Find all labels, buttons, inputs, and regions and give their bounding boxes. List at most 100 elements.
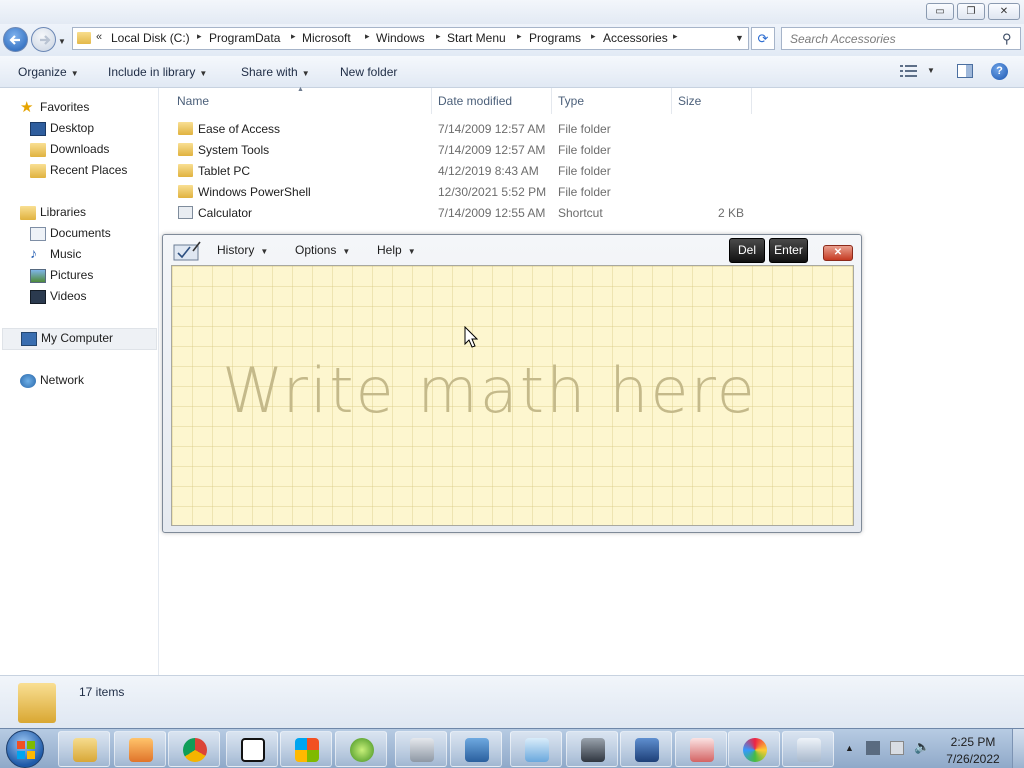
breadcrumb-programs[interactable]: Programs xyxy=(529,31,581,45)
scissors-icon xyxy=(690,738,714,762)
start-button[interactable] xyxy=(6,730,44,768)
volume-icon[interactable]: 🔈 xyxy=(914,739,930,754)
taskbar-explorer[interactable] xyxy=(58,731,110,767)
minimize-button[interactable]: ▭ xyxy=(926,3,954,20)
help-button[interactable]: ? xyxy=(991,63,1008,80)
share-with-menu[interactable]: Share with ▼ xyxy=(241,65,310,79)
command-bar: Organize ▼ Include in library ▼ Share with… xyxy=(0,56,1024,88)
address-overflow[interactable]: « xyxy=(96,31,102,43)
nav-downloads-label: Downloads xyxy=(50,142,110,156)
taskbar-media-player[interactable] xyxy=(114,731,166,767)
pictures-icon xyxy=(30,269,46,283)
forward-button[interactable] xyxy=(31,27,56,52)
enter-button[interactable]: Enter xyxy=(769,238,808,263)
taskbar-windows-app[interactable] xyxy=(280,731,332,767)
address-dropdown-icon[interactable]: ▼ xyxy=(735,33,744,43)
documents-icon xyxy=(30,227,46,241)
options-label: Options xyxy=(295,243,337,257)
search-input[interactable]: Search Accessories xyxy=(790,32,896,46)
organize-menu[interactable]: Organize ▼ xyxy=(18,65,79,79)
desktop-icon xyxy=(30,122,46,136)
share-label: Share with xyxy=(241,65,298,79)
math-input-icon xyxy=(797,738,821,762)
help-menu[interactable]: Help ▼ xyxy=(377,243,416,257)
address-bar[interactable]: « Local Disk (C:) ▸ ProgramData ▸ Micros… xyxy=(72,27,749,50)
breadcrumb-start-menu[interactable]: Start Menu xyxy=(447,31,506,45)
include-label: Include in library xyxy=(108,65,196,79)
column-header-date[interactable]: Date modified xyxy=(438,94,512,108)
column-divider[interactable] xyxy=(671,88,672,114)
back-button[interactable] xyxy=(3,27,28,52)
show-desktop-button[interactable] xyxy=(1012,729,1024,768)
windows-logo-icon xyxy=(17,741,35,759)
column-header-size[interactable]: Size xyxy=(678,94,701,108)
close-button[interactable]: ✕ xyxy=(988,3,1020,20)
new-folder-button[interactable]: New folder xyxy=(340,65,397,79)
column-divider[interactable] xyxy=(431,88,432,114)
column-header-name[interactable]: Name xyxy=(177,94,209,108)
file-row[interactable]: Calculator 7/14/2009 12:55 AM Shortcut 2… xyxy=(176,203,756,223)
writing-area-hint: Write math here xyxy=(222,354,757,427)
column-header-type[interactable]: Type xyxy=(558,94,584,108)
nav-my-computer[interactable]: My Computer xyxy=(2,328,157,350)
nav-computer-label: My Computer xyxy=(41,331,114,345)
file-row[interactable]: System Tools 7/14/2009 12:57 AM File fol… xyxy=(176,140,756,160)
breadcrumb-separator[interactable]: ▸ xyxy=(197,31,202,42)
file-row[interactable]: Windows PowerShell 12/30/2021 5:52 PM Fi… xyxy=(176,182,756,202)
taskbar-paint[interactable] xyxy=(728,731,780,767)
taskbar-sound-recorder[interactable] xyxy=(566,731,618,767)
show-hidden-icons-button[interactable]: ▲ xyxy=(845,743,854,753)
change-view-icon[interactable] xyxy=(900,64,918,78)
network-icon xyxy=(20,374,36,388)
breadcrumb-separator[interactable]: ▸ xyxy=(365,31,370,42)
breadcrumb-separator[interactable]: ▸ xyxy=(673,31,678,42)
file-row[interactable]: Tablet PC 4/12/2019 8:43 AM File folder xyxy=(176,161,756,181)
options-menu[interactable]: Options ▼ xyxy=(295,243,350,257)
taskbar-math-input[interactable] xyxy=(782,731,834,767)
clock-date[interactable]: 7/26/2022 xyxy=(943,752,1003,766)
math-input-panel: History ▼ Options ▼ Help ▼ Del Enter ✕ Writ… xyxy=(162,234,862,533)
column-divider[interactable] xyxy=(551,88,552,114)
taskbar-remote-desktop[interactable] xyxy=(620,731,672,767)
breadcrumb-windows[interactable]: Windows xyxy=(376,31,425,45)
history-menu[interactable]: History ▼ xyxy=(217,243,268,257)
breadcrumb-separator[interactable]: ▸ xyxy=(591,31,596,42)
breadcrumb-microsoft[interactable]: Microsoft xyxy=(302,31,351,45)
taskbar-snipping-tool[interactable] xyxy=(675,731,727,767)
taskbar-fax[interactable] xyxy=(395,731,447,767)
downloads-folder-icon xyxy=(30,143,46,157)
chevron-down-icon: ▼ xyxy=(342,247,351,256)
writing-area[interactable]: Write math here xyxy=(171,265,854,526)
taskbar-plane-app[interactable] xyxy=(510,731,562,767)
breadcrumb-separator[interactable]: ▸ xyxy=(436,31,441,42)
taskbar-network-tool[interactable] xyxy=(450,731,502,767)
file-date: 7/14/2009 12:57 AM xyxy=(438,122,546,136)
breadcrumb-separator[interactable]: ▸ xyxy=(517,31,522,42)
breadcrumb-separator[interactable]: ▸ xyxy=(291,31,296,42)
refresh-button[interactable]: ⟳ xyxy=(751,27,775,50)
file-name: System Tools xyxy=(198,143,270,157)
breadcrumb-programdata[interactable]: ProgramData xyxy=(209,31,280,45)
recent-pages-dropdown[interactable]: ▼ xyxy=(58,37,66,46)
taskbar-7zip[interactable] xyxy=(226,731,278,767)
column-divider[interactable] xyxy=(751,88,752,114)
breadcrumb-accessories[interactable]: Accessories xyxy=(603,31,668,45)
search-icon[interactable]: ⚲ xyxy=(1002,31,1012,47)
breadcrumb-local-disk[interactable]: Local Disk (C:) xyxy=(111,31,190,45)
clock-time[interactable]: 2:25 PM xyxy=(943,735,1003,749)
search-box[interactable]: Search Accessories ⚲ xyxy=(781,27,1021,50)
file-type: File folder xyxy=(558,143,611,157)
folder-icon xyxy=(77,32,91,44)
taskbar-app-green[interactable] xyxy=(335,731,387,767)
delete-button[interactable]: Del xyxy=(729,238,765,263)
close-button[interactable]: ✕ xyxy=(823,245,853,261)
restore-button[interactable]: ❐ xyxy=(957,3,985,20)
action-center-flag-icon[interactable] xyxy=(890,741,904,755)
fax-icon xyxy=(410,738,434,762)
taskbar-chrome[interactable] xyxy=(168,731,220,767)
view-options-dropdown[interactable]: ▼ xyxy=(927,66,935,75)
preview-pane-button[interactable] xyxy=(957,64,973,78)
network-tray-icon[interactable] xyxy=(866,741,880,755)
file-row[interactable]: Ease of Access 7/14/2009 12:57 AM File f… xyxy=(176,119,756,139)
include-in-library-menu[interactable]: Include in library ▼ xyxy=(108,65,207,79)
